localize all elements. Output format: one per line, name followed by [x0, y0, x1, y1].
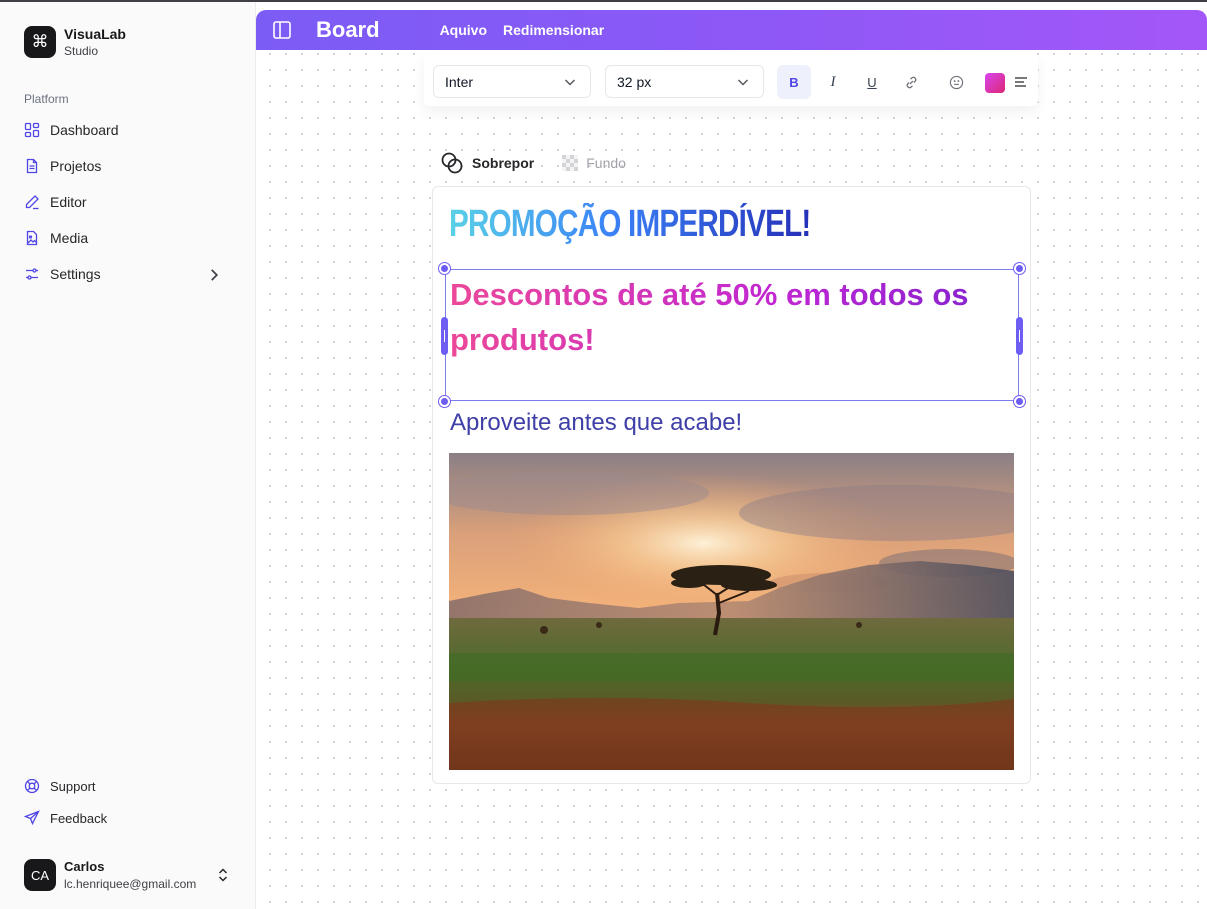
savanna-sunset-illustration: [449, 453, 1014, 770]
sidebar-item-label: Settings: [50, 266, 101, 282]
sidebar-item-settings[interactable]: Settings: [16, 258, 240, 290]
sidebar-item-dashboard[interactable]: Dashboard: [16, 114, 240, 146]
pencil-icon: [25, 195, 39, 210]
underline-button[interactable]: U: [855, 65, 889, 99]
promo-title[interactable]: PROMOÇÃO IMPERDÍVEL!: [449, 203, 811, 246]
document-icon: [26, 158, 38, 174]
design-canvas[interactable]: PROMOÇÃO IMPERDÍVEL! Descontos de até 50…: [432, 186, 1031, 784]
tab-sobrepor[interactable]: Sobrepor: [440, 151, 534, 175]
brand[interactable]: ⌘ VisuaLab Studio: [24, 26, 126, 58]
sidebar-item-label: Projetos: [50, 158, 102, 174]
align-left-icon: [1015, 77, 1027, 87]
dashboard-grid-icon: [24, 122, 40, 138]
image-file-icon: [26, 230, 38, 246]
sliders-icon: [26, 268, 38, 280]
chevron-down-icon: [738, 79, 748, 86]
bold-button[interactable]: B: [777, 65, 811, 99]
font-size-select[interactable]: 32 px: [605, 65, 764, 98]
brand-name: VisuaLab: [64, 26, 126, 42]
checkerboard-icon: [562, 155, 579, 171]
page-title: Board: [316, 17, 380, 42]
user-menu[interactable]: CA Carlos lc.henriquee@gmail.com: [24, 857, 240, 893]
sidebar-toggle-icon[interactable]: [272, 20, 292, 40]
user-name: Carlos: [64, 859, 105, 874]
align-button[interactable]: [1006, 65, 1036, 99]
resize-handle-bottom-right[interactable]: [1014, 396, 1025, 407]
selected-text-box[interactable]: Descontos de até 50% em todos os produto…: [439, 263, 1025, 407]
avatar: CA: [24, 859, 56, 891]
layer-tabs: Sobrepor Fundo: [440, 151, 654, 175]
sidebar-item-label: Editor: [50, 194, 87, 210]
font-family-value: Inter: [445, 73, 474, 90]
text-toolbar: Inter 32 px B I U: [424, 52, 1038, 106]
section-label: Platform: [24, 92, 69, 106]
sidebar-item-projetos[interactable]: Projetos: [16, 150, 240, 182]
link-button[interactable]: [894, 65, 928, 99]
sidebar-item-label: Support: [50, 778, 96, 794]
chevron-right-icon: [211, 269, 219, 281]
sidebar-item-label: Feedback: [50, 810, 108, 826]
sidebar-item-label: Media: [50, 230, 89, 246]
chevron-up-down-icon: [218, 868, 228, 882]
sidebar-item-feedback[interactable]: Feedback: [16, 804, 240, 832]
menu-aquivo[interactable]: Aquivo: [440, 22, 487, 38]
sidebar: ⌘ VisuaLab Studio Platform Dashboard Pro…: [0, 2, 256, 909]
sidebar-item-media[interactable]: Media: [16, 222, 240, 254]
link-icon: [906, 76, 916, 88]
user-email: lc.henriquee@gmail.com: [64, 877, 197, 891]
overlap-circles-icon: [441, 152, 463, 174]
resize-handle-top-left[interactable]: [439, 263, 450, 274]
italic-button[interactable]: I: [816, 65, 850, 99]
resize-handle-top-right[interactable]: [1014, 263, 1025, 274]
resize-handle-left[interactable]: [441, 317, 448, 355]
menu-redimensionar[interactable]: Redimensionar: [503, 22, 604, 38]
savanna-sunset-image[interactable]: [449, 453, 1014, 770]
tab-fundo[interactable]: Fundo: [562, 155, 626, 171]
board-area: Board Aquivo Redimensionar Inter 32 px B…: [256, 10, 1207, 909]
sidebar-nav: Dashboard Projetos Editor Media Settings: [16, 114, 240, 294]
header-menu: Aquivo Redimensionar: [440, 22, 621, 38]
text-color-swatch[interactable]: [985, 73, 1005, 93]
lifebuoy-icon: [24, 778, 40, 794]
sidebar-item-editor[interactable]: Editor: [16, 186, 240, 218]
tab-label: Sobrepor: [472, 155, 535, 171]
secondary-nav: Support Feedback: [16, 772, 240, 836]
emoji-button[interactable]: [939, 65, 973, 99]
chevron-down-icon: [565, 79, 575, 86]
font-family-select[interactable]: Inter: [433, 65, 591, 98]
resize-handle-right[interactable]: [1016, 317, 1023, 355]
emoji-icon: [949, 75, 963, 89]
command-icon: ⌘: [24, 26, 56, 58]
font-size-value: 32 px: [617, 73, 652, 90]
headline-text[interactable]: Descontos de até 50% em todos os produto…: [450, 272, 1010, 362]
sidebar-item-label: Dashboard: [50, 122, 119, 138]
subheading-text[interactable]: Aproveite antes que acabe!: [450, 409, 742, 437]
send-icon: [24, 810, 40, 826]
sidebar-item-support[interactable]: Support: [16, 772, 240, 800]
brand-subtitle: Studio: [64, 44, 99, 58]
resize-handle-bottom-left[interactable]: [439, 396, 450, 407]
tab-label: Fundo: [586, 155, 626, 171]
board-header: Board Aquivo Redimensionar: [256, 10, 1207, 50]
